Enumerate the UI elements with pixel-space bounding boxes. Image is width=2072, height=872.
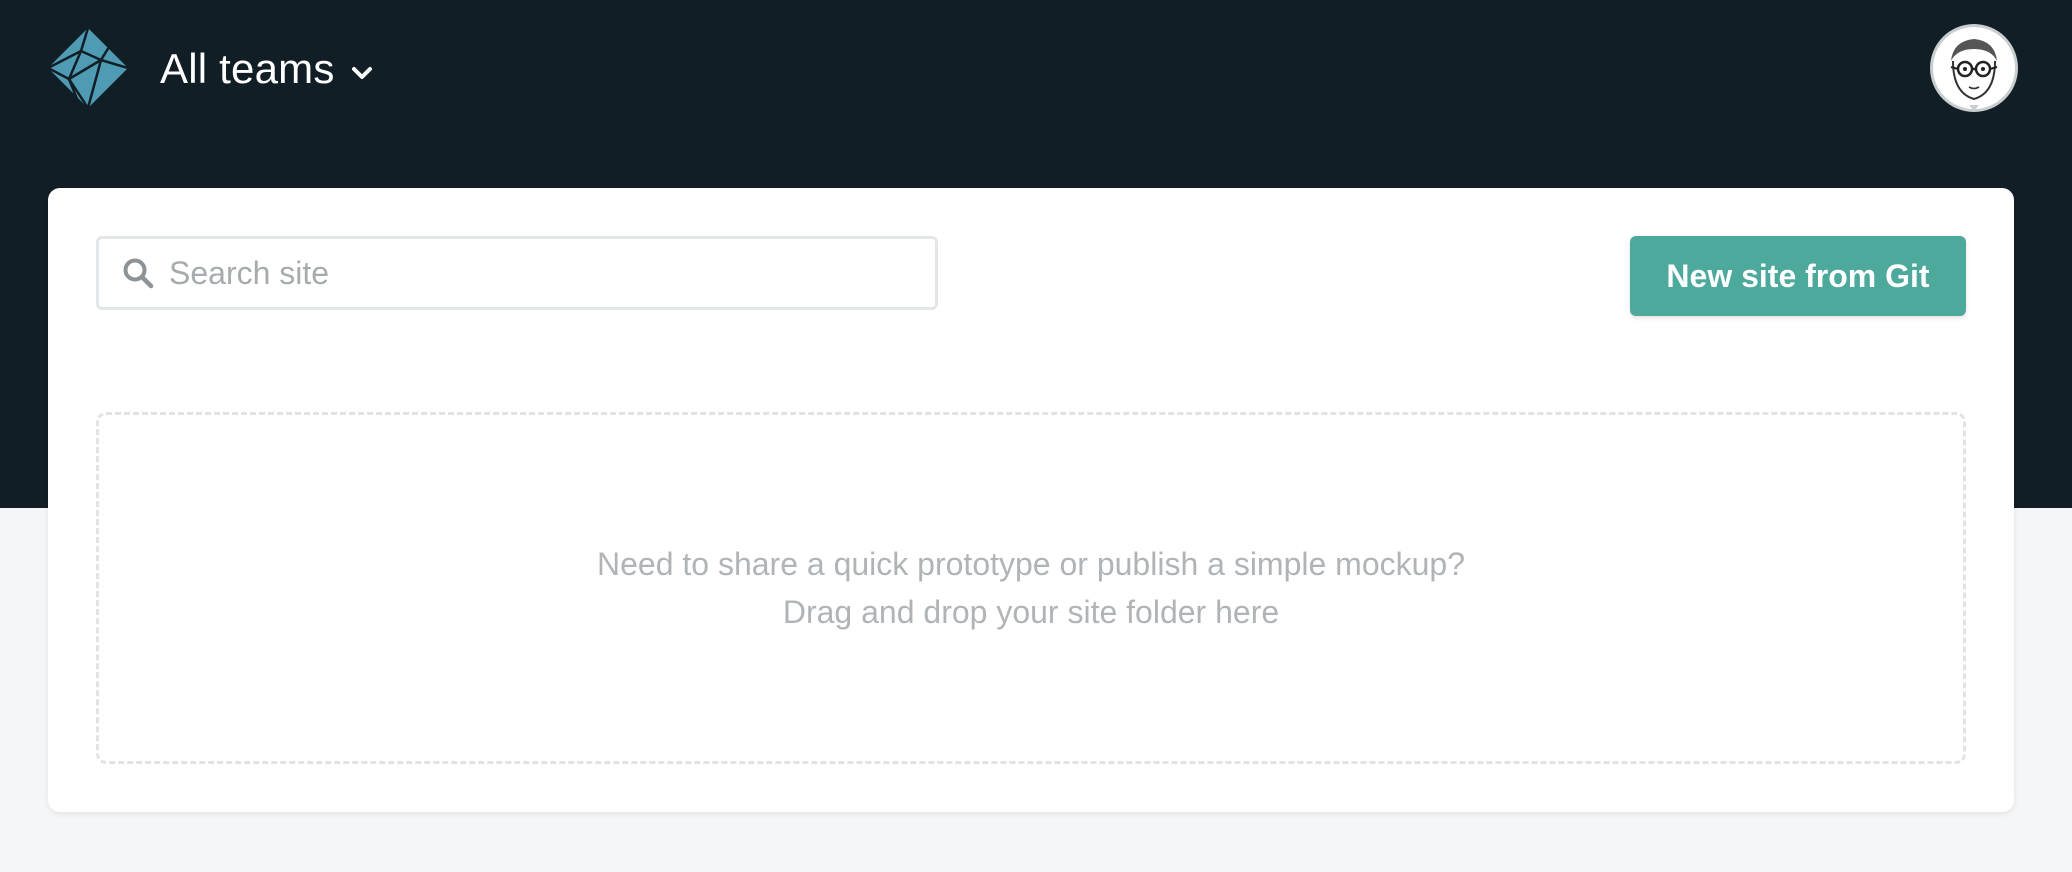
- team-selector-label: All teams: [160, 45, 335, 92]
- page: All teams Search site New site from Git …: [0, 0, 2072, 872]
- user-avatar[interactable]: [1933, 27, 2015, 109]
- team-selector[interactable]: All teams: [160, 38, 375, 100]
- netlify-logo-icon[interactable]: [47, 27, 129, 109]
- chevron-down-icon: [349, 60, 375, 86]
- search-icon: [121, 256, 155, 290]
- dropzone-instruction: Drag and drop your site folder here: [782, 594, 1280, 630]
- sites-card: New site from Git Need to share a quick …: [48, 188, 2014, 812]
- search-box[interactable]: [96, 236, 938, 310]
- drag-drop-zone[interactable]: Need to share a quick prototype or publi…: [96, 412, 1966, 764]
- dropzone-prompt: Need to share a quick prototype or publi…: [596, 546, 1466, 582]
- search-input[interactable]: [169, 243, 909, 303]
- new-site-from-git-button[interactable]: New site from Git: [1630, 236, 1966, 316]
